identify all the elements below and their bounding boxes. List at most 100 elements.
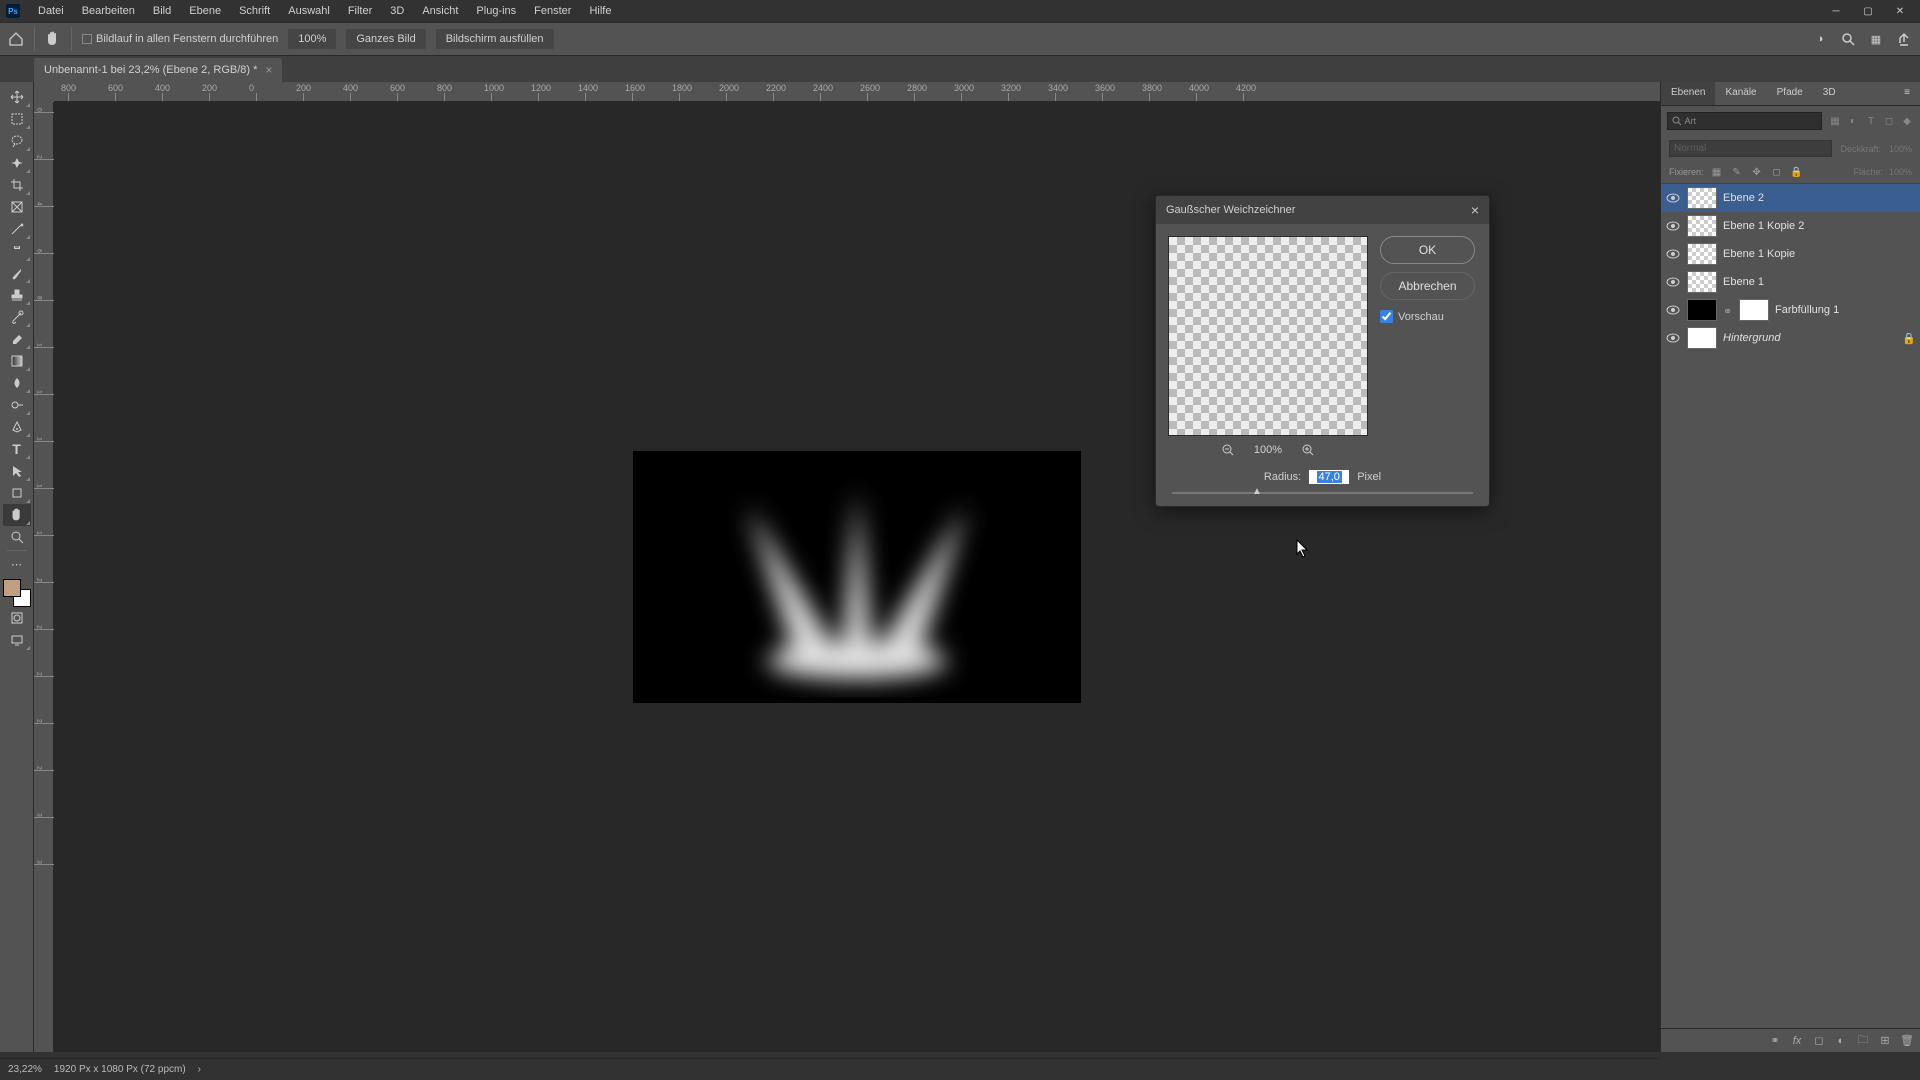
- tab-3d[interactable]: 3D: [1813, 82, 1846, 105]
- pen-tool[interactable]: [3, 416, 31, 438]
- close-tab-icon[interactable]: ×: [265, 63, 272, 77]
- visibility-icon[interactable]: [1665, 302, 1681, 318]
- workspace-icon[interactable]: ▦: [1868, 31, 1884, 47]
- lasso-tool[interactable]: [3, 130, 31, 152]
- tab-pfade[interactable]: Pfade: [1767, 82, 1813, 105]
- blend-mode-select[interactable]: Normal: [1669, 140, 1832, 157]
- menu-plugins[interactable]: Plug-ins: [468, 2, 524, 20]
- filter-shape-icon[interactable]: ◻: [1882, 114, 1896, 128]
- opacity-value[interactable]: 100%: [1889, 144, 1912, 154]
- share-icon[interactable]: [1896, 31, 1912, 47]
- eraser-tool[interactable]: [3, 328, 31, 350]
- stamp-tool[interactable]: [3, 284, 31, 306]
- cloud-icon[interactable]: ◑: [1812, 31, 1828, 47]
- layer-thumbnail[interactable]: [1687, 243, 1717, 265]
- zoom-status[interactable]: 23,22%: [8, 1064, 42, 1075]
- panel-menu-icon[interactable]: ≡: [1894, 82, 1920, 105]
- close-button[interactable]: ✕: [1886, 2, 1914, 20]
- tab-ebenen[interactable]: Ebenen: [1661, 82, 1715, 105]
- layer-row[interactable]: Ebene 1 Kopie: [1661, 240, 1920, 268]
- eyedropper-tool[interactable]: [3, 218, 31, 240]
- menu-datei[interactable]: Datei: [30, 2, 72, 20]
- fill-screen-button[interactable]: Bildschirm ausfüllen: [436, 29, 554, 49]
- menu-bearbeiten[interactable]: Bearbeiten: [74, 2, 143, 20]
- lock-artboard-icon[interactable]: ◻: [1770, 165, 1784, 179]
- lock-icon[interactable]: 🔒: [1902, 332, 1916, 345]
- quick-select-tool[interactable]: [3, 152, 31, 174]
- layer-style-icon[interactable]: fx: [1790, 1034, 1804, 1048]
- screen-mode-tool[interactable]: [3, 629, 31, 651]
- visibility-icon[interactable]: [1665, 190, 1681, 206]
- filter-adjust-icon[interactable]: ◐: [1846, 114, 1860, 128]
- layer-group-icon[interactable]: 🗀: [1856, 1034, 1870, 1048]
- layer-row[interactable]: ⚭ Farbfüllung 1: [1661, 296, 1920, 324]
- visibility-icon[interactable]: [1665, 330, 1681, 346]
- radius-input[interactable]: 47,0: [1309, 470, 1349, 484]
- menu-ansicht[interactable]: Ansicht: [414, 2, 466, 20]
- zoom-tool[interactable]: [3, 526, 31, 548]
- move-tool[interactable]: [3, 86, 31, 108]
- visibility-icon[interactable]: [1665, 274, 1681, 290]
- layer-thumbnail[interactable]: [1687, 327, 1717, 349]
- frame-tool[interactable]: [3, 196, 31, 218]
- layer-row[interactable]: Ebene 1 Kopie 2: [1661, 212, 1920, 240]
- dodge-tool[interactable]: [3, 394, 31, 416]
- menu-auswahl[interactable]: Auswahl: [280, 2, 338, 20]
- menu-3d[interactable]: 3D: [382, 2, 412, 20]
- layer-name-label[interactable]: Farbfüllung 1: [1775, 304, 1839, 316]
- status-arrow-icon[interactable]: ›: [198, 1064, 201, 1075]
- layer-row[interactable]: Hintergrund 🔒: [1661, 324, 1920, 352]
- link-layers-icon[interactable]: ⚭: [1768, 1034, 1782, 1048]
- lock-paint-icon[interactable]: ✎: [1730, 165, 1744, 179]
- color-swatches[interactable]: [3, 579, 31, 607]
- preview-checkbox[interactable]: Vorschau: [1380, 310, 1475, 323]
- layer-name-label[interactable]: Hintergrund: [1723, 332, 1780, 344]
- search-icon[interactable]: [1840, 31, 1856, 47]
- document-tab[interactable]: Unbenannt-1 bei 23,2% (Ebene 2, RGB/8) *…: [34, 58, 282, 82]
- layer-name-label[interactable]: Ebene 1 Kopie: [1723, 248, 1795, 260]
- path-select-tool[interactable]: [3, 460, 31, 482]
- quick-mask-tool[interactable]: [3, 607, 31, 629]
- radius-slider[interactable]: ▲: [1156, 488, 1489, 506]
- filter-image-icon[interactable]: ▦: [1828, 114, 1842, 128]
- layer-name-label[interactable]: Ebene 2: [1723, 192, 1764, 204]
- ok-button[interactable]: OK: [1380, 236, 1475, 264]
- crop-tool[interactable]: [3, 174, 31, 196]
- zoom-out-icon[interactable]: [1220, 442, 1236, 458]
- preview-checkbox-input[interactable]: [1380, 310, 1393, 323]
- visibility-icon[interactable]: [1665, 218, 1681, 234]
- zoom-in-icon[interactable]: [1300, 442, 1316, 458]
- ruler-origin[interactable]: [34, 82, 54, 102]
- vertical-ruler[interactable]: 02468111112222233: [34, 102, 54, 1052]
- menu-filter[interactable]: Filter: [340, 2, 380, 20]
- brush-tool[interactable]: [3, 262, 31, 284]
- layer-thumbnail[interactable]: [1687, 299, 1717, 321]
- hand-tool[interactable]: [3, 504, 31, 526]
- type-tool[interactable]: T: [3, 438, 31, 460]
- link-mask-icon[interactable]: ⚭: [1723, 305, 1733, 315]
- layer-mask-icon[interactable]: ◻: [1812, 1034, 1826, 1048]
- tab-kanaele[interactable]: Kanäle: [1715, 82, 1766, 105]
- minimize-button[interactable]: ─: [1822, 2, 1850, 20]
- layer-thumbnail[interactable]: [1687, 215, 1717, 237]
- horizontal-ruler[interactable]: 8006004002000200400600800100012001400160…: [54, 82, 1660, 102]
- filter-type-icon[interactable]: T: [1864, 114, 1878, 128]
- dialog-close-icon[interactable]: ×: [1471, 202, 1479, 218]
- lock-position-icon[interactable]: ✥: [1750, 165, 1764, 179]
- layer-row[interactable]: Ebene 1: [1661, 268, 1920, 296]
- layer-thumbnail[interactable]: [1687, 187, 1717, 209]
- new-layer-icon[interactable]: ⊞: [1878, 1034, 1892, 1048]
- menu-bild[interactable]: Bild: [145, 2, 179, 20]
- scroll-all-windows-checkbox[interactable]: Bildlauf in allen Fenstern durchführen: [82, 33, 278, 45]
- adjustment-layer-icon[interactable]: ◐: [1834, 1034, 1848, 1048]
- maximize-button[interactable]: ▢: [1854, 2, 1882, 20]
- lock-all-icon[interactable]: 🔒: [1790, 165, 1804, 179]
- menu-hilfe[interactable]: Hilfe: [581, 2, 619, 20]
- zoom-100-button[interactable]: 100%: [288, 29, 336, 49]
- layer-name-label[interactable]: Ebene 1: [1723, 276, 1764, 288]
- edit-toolbar[interactable]: ⋯: [3, 553, 31, 575]
- healing-tool[interactable]: [3, 240, 31, 262]
- cancel-button[interactable]: Abbrechen: [1380, 272, 1475, 300]
- foreground-color-swatch[interactable]: [3, 579, 21, 597]
- marquee-tool[interactable]: [3, 108, 31, 130]
